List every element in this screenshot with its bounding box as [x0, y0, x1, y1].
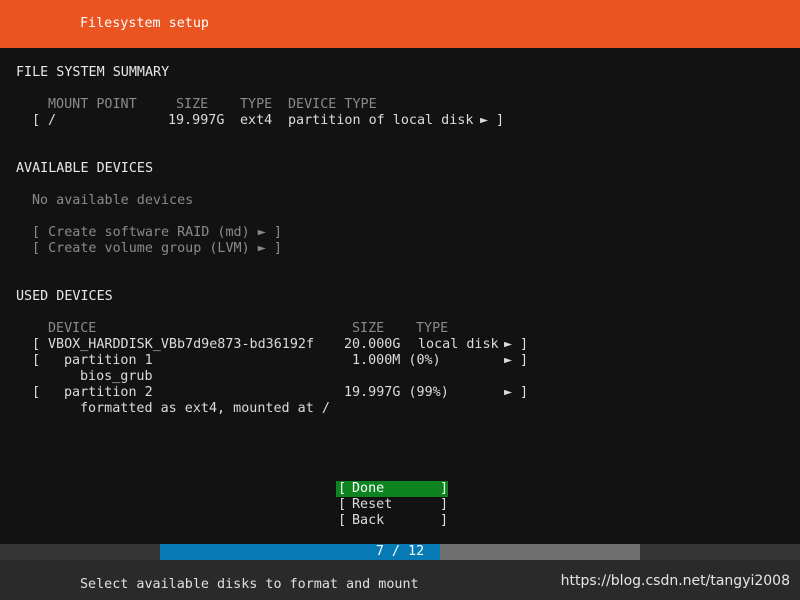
used-partition2-row[interactable]: [ partition 2 19.997G (99%) ► ]	[0, 385, 800, 401]
submenu-arrow-icon[interactable]: ►	[504, 337, 512, 353]
col-device-type: DEVICE TYPE	[288, 97, 377, 112]
col-size: SIZE	[176, 97, 209, 112]
partition-size: 1.000M (0%)	[352, 353, 441, 368]
col-device: DEVICE	[48, 321, 97, 336]
back-button[interactable]: [ Back ]	[336, 513, 448, 529]
bracket-close: ]	[520, 385, 529, 400]
create-volume-group-button[interactable]: [ Create volume group (LVM) ► ]	[32, 241, 282, 257]
used-disk-row[interactable]: [ VBOX_HARDDISK_VBb7d9e873-bd36192f 20.0…	[0, 337, 800, 353]
bracket-close: ]	[520, 337, 529, 352]
bracket-open: [	[32, 113, 41, 128]
used-partition1-row[interactable]: [ partition 1 1.000M (0%) ► ]	[0, 353, 800, 369]
used-header-row: DEVICE SIZE TYPE	[0, 321, 800, 337]
submenu-arrow-icon[interactable]: ►	[504, 385, 512, 401]
header-bar: Filesystem setup	[0, 0, 800, 48]
mount-point-value: /	[48, 113, 57, 128]
page-title: Filesystem setup	[80, 16, 209, 31]
no-available-devices-text: No available devices	[32, 193, 194, 208]
bracket-open: [	[32, 353, 41, 368]
bracket-close: ]	[440, 481, 449, 496]
partition1-detail: bios_grub	[80, 369, 153, 384]
disk-type: local disk	[418, 337, 499, 352]
partition-name: partition 1	[64, 353, 153, 368]
col-type: TYPE	[240, 97, 273, 112]
col-size: SIZE	[352, 321, 385, 336]
bracket-open: [	[32, 337, 41, 352]
bracket-open: [	[338, 497, 347, 512]
progress-step-text: 7 / 12	[375, 544, 425, 559]
bracket-close: ]	[496, 113, 505, 128]
partition-name: partition 2	[64, 385, 153, 400]
col-type: TYPE	[416, 321, 449, 336]
done-label: Done	[352, 481, 385, 496]
bracket-open: [	[32, 385, 41, 400]
bracket-open: [	[338, 513, 347, 528]
back-label: Back	[352, 513, 385, 528]
bracket-close: ]	[440, 497, 449, 512]
bracket-open: [	[338, 481, 347, 496]
size-value: 19.997G	[168, 113, 225, 128]
bracket-close: ]	[440, 513, 449, 528]
used-devices-title: USED DEVICES	[16, 289, 113, 304]
watermark-url: https://blog.csdn.net/tangyi2008	[560, 573, 790, 589]
disk-size: 20.000G	[344, 337, 401, 352]
type-value: ext4	[240, 113, 273, 128]
submenu-arrow-icon[interactable]: ►	[480, 113, 488, 129]
partition-size: 19.997G (99%)	[344, 385, 449, 400]
disk-name: VBOX_HARDDISK_VBb7d9e873-bd36192f	[48, 337, 315, 352]
bracket-close: ]	[520, 353, 529, 368]
file-system-summary-title: FILE SYSTEM SUMMARY	[16, 65, 170, 80]
col-mount-point: MOUNT POINT	[48, 97, 137, 112]
partition2-detail: formatted as ext4, mounted at /	[80, 401, 330, 416]
reset-label: Reset	[352, 497, 393, 512]
submenu-arrow-icon[interactable]: ►	[504, 353, 512, 369]
create-software-raid-button[interactable]: [ Create software RAID (md) ► ]	[32, 225, 282, 241]
status-help-text: Select available disks to format and mou…	[80, 577, 419, 592]
device-type-value: partition of local disk	[288, 113, 474, 128]
summary-row-root[interactable]: [ / 19.997G ext4 partition of local disk…	[0, 113, 800, 129]
summary-header-row: MOUNT POINT SIZE TYPE DEVICE TYPE	[0, 97, 800, 113]
available-devices-title: AVAILABLE DEVICES	[16, 161, 154, 176]
reset-button[interactable]: [ Reset ]	[336, 497, 448, 513]
done-button[interactable]: [ Done ]	[336, 481, 448, 497]
